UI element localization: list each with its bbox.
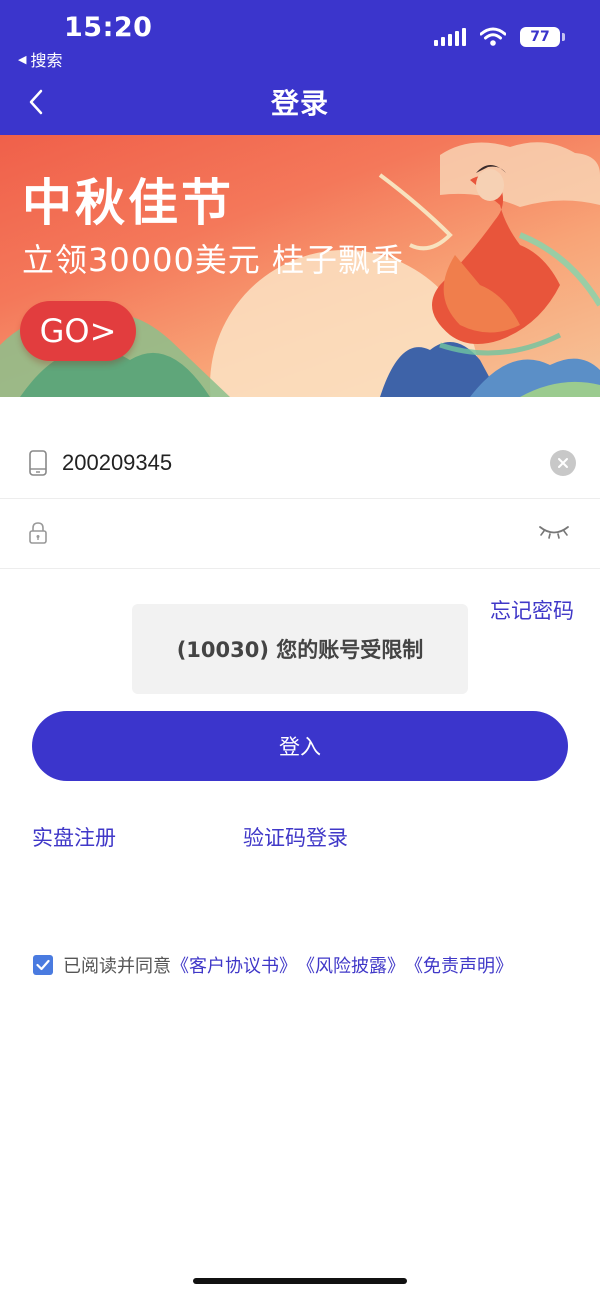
promo-banner[interactable]: 中秋佳节 立领30000美元 桂子飘香 GO> <box>0 135 600 397</box>
cellular-signal-icon <box>434 28 466 46</box>
login-button[interactable]: 登入 <box>32 711 568 781</box>
banner-title: 中秋佳节 <box>22 174 234 232</box>
banner-subtitle: 立领30000美元 桂子飘香 <box>22 241 404 279</box>
battery-icon: 77 <box>520 27 565 47</box>
banner-go-button[interactable]: GO> <box>20 301 136 361</box>
register-link[interactable]: 实盘注册 <box>32 822 116 852</box>
account-field <box>0 428 600 499</box>
toggle-password-visibility[interactable] <box>538 522 570 544</box>
home-indicator[interactable] <box>193 1278 407 1284</box>
clear-icon <box>558 458 568 468</box>
header: 15:20 ◀ 搜索 77 登录 <box>0 0 600 135</box>
eye-closed-icon <box>539 526 569 539</box>
password-field <box>0 498 600 569</box>
sms-login-link[interactable]: 验证码登录 <box>243 822 348 852</box>
error-toast: (10030) 您的账号受限制 <box>132 604 468 694</box>
status-back-label: 搜索 <box>30 51 63 70</box>
disclaimer-link[interactable]: 《免责声明》 <box>405 952 513 978</box>
status-back-to-app[interactable]: ◀ 搜索 <box>18 47 62 71</box>
wifi-icon <box>480 27 506 46</box>
account-input[interactable] <box>62 428 522 498</box>
risk-disclosure-link[interactable]: 《风险披露》 <box>297 952 405 978</box>
battery-level: 77 <box>530 29 550 45</box>
agreement-checkbox[interactable] <box>33 955 53 975</box>
phone-icon <box>29 450 47 476</box>
clear-input-button[interactable] <box>550 450 576 476</box>
agreement-row: 已阅读并同意 《客户协议书》 《风险披露》 《免责声明》 <box>33 952 513 978</box>
status-time: 15:20 <box>64 12 153 43</box>
page-title: 登录 <box>270 87 329 120</box>
status-indicators: 77 <box>434 27 565 47</box>
agreement-prefix: 已阅读并同意 <box>63 956 171 977</box>
forgot-password-link[interactable]: 忘记密码 <box>490 595 574 625</box>
login-page: 15:20 ◀ 搜索 77 登录 中秋佳节 立领30000美元 桂子飘香 GO>… <box>0 0 600 1299</box>
checkmark-icon <box>36 959 50 971</box>
back-triangle-icon: ◀ <box>18 52 27 66</box>
password-input[interactable] <box>62 498 522 568</box>
lock-icon <box>29 522 47 544</box>
customer-agreement-link[interactable]: 《客户协议书》 <box>171 952 297 978</box>
